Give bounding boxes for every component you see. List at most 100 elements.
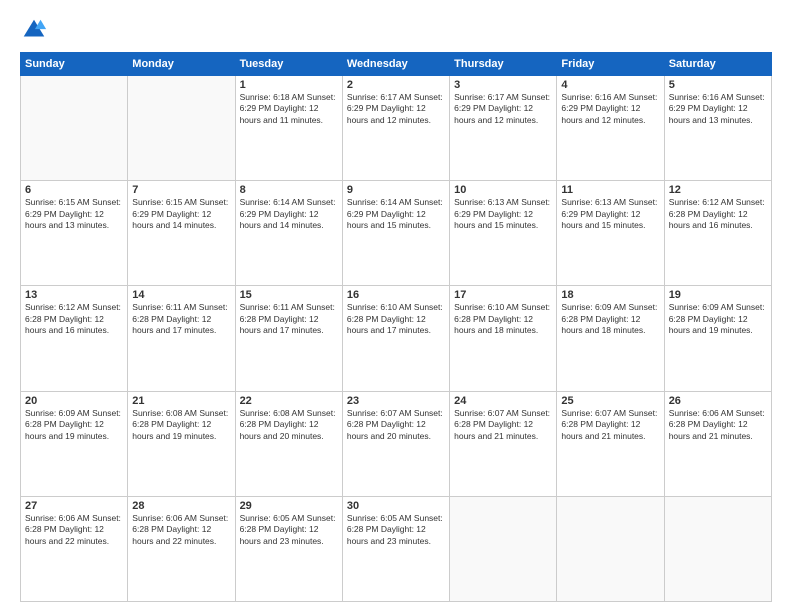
day-number: 21 bbox=[132, 395, 230, 407]
day-cell: 15Sunrise: 6:11 AM Sunset: 6:28 PM Dayli… bbox=[235, 286, 342, 391]
day-cell: 7Sunrise: 6:15 AM Sunset: 6:29 PM Daylig… bbox=[128, 181, 235, 286]
day-number: 16 bbox=[347, 289, 445, 301]
day-info: Sunrise: 6:08 AM Sunset: 6:28 PM Dayligh… bbox=[132, 408, 230, 442]
weekday-header-thursday: Thursday bbox=[450, 53, 557, 76]
day-cell: 25Sunrise: 6:07 AM Sunset: 6:28 PM Dayli… bbox=[557, 391, 664, 496]
day-info: Sunrise: 6:13 AM Sunset: 6:29 PM Dayligh… bbox=[454, 197, 552, 231]
week-row-4: 20Sunrise: 6:09 AM Sunset: 6:28 PM Dayli… bbox=[21, 391, 772, 496]
day-info: Sunrise: 6:07 AM Sunset: 6:28 PM Dayligh… bbox=[454, 408, 552, 442]
day-cell: 20Sunrise: 6:09 AM Sunset: 6:28 PM Dayli… bbox=[21, 391, 128, 496]
logo-icon bbox=[20, 16, 48, 44]
day-info: Sunrise: 6:16 AM Sunset: 6:29 PM Dayligh… bbox=[561, 92, 659, 126]
day-number: 28 bbox=[132, 500, 230, 512]
day-cell: 26Sunrise: 6:06 AM Sunset: 6:28 PM Dayli… bbox=[664, 391, 771, 496]
day-cell: 12Sunrise: 6:12 AM Sunset: 6:28 PM Dayli… bbox=[664, 181, 771, 286]
day-number: 22 bbox=[240, 395, 338, 407]
day-cell: 21Sunrise: 6:08 AM Sunset: 6:28 PM Dayli… bbox=[128, 391, 235, 496]
day-number: 25 bbox=[561, 395, 659, 407]
day-number: 15 bbox=[240, 289, 338, 301]
day-info: Sunrise: 6:05 AM Sunset: 6:28 PM Dayligh… bbox=[240, 513, 338, 547]
day-info: Sunrise: 6:10 AM Sunset: 6:28 PM Dayligh… bbox=[347, 302, 445, 336]
day-number: 6 bbox=[25, 184, 123, 196]
day-cell: 13Sunrise: 6:12 AM Sunset: 6:28 PM Dayli… bbox=[21, 286, 128, 391]
day-info: Sunrise: 6:06 AM Sunset: 6:28 PM Dayligh… bbox=[25, 513, 123, 547]
day-cell: 2Sunrise: 6:17 AM Sunset: 6:29 PM Daylig… bbox=[342, 76, 449, 181]
day-number: 18 bbox=[561, 289, 659, 301]
day-info: Sunrise: 6:16 AM Sunset: 6:29 PM Dayligh… bbox=[669, 92, 767, 126]
day-info: Sunrise: 6:09 AM Sunset: 6:28 PM Dayligh… bbox=[561, 302, 659, 336]
day-cell: 14Sunrise: 6:11 AM Sunset: 6:28 PM Dayli… bbox=[128, 286, 235, 391]
day-cell: 6Sunrise: 6:15 AM Sunset: 6:29 PM Daylig… bbox=[21, 181, 128, 286]
day-cell bbox=[128, 76, 235, 181]
page: SundayMondayTuesdayWednesdayThursdayFrid… bbox=[0, 0, 792, 612]
day-info: Sunrise: 6:06 AM Sunset: 6:28 PM Dayligh… bbox=[669, 408, 767, 442]
day-info: Sunrise: 6:14 AM Sunset: 6:29 PM Dayligh… bbox=[240, 197, 338, 231]
day-cell: 28Sunrise: 6:06 AM Sunset: 6:28 PM Dayli… bbox=[128, 496, 235, 601]
day-cell: 9Sunrise: 6:14 AM Sunset: 6:29 PM Daylig… bbox=[342, 181, 449, 286]
day-number: 24 bbox=[454, 395, 552, 407]
week-row-5: 27Sunrise: 6:06 AM Sunset: 6:28 PM Dayli… bbox=[21, 496, 772, 601]
day-info: Sunrise: 6:08 AM Sunset: 6:28 PM Dayligh… bbox=[240, 408, 338, 442]
day-number: 19 bbox=[669, 289, 767, 301]
day-number: 7 bbox=[132, 184, 230, 196]
day-cell bbox=[664, 496, 771, 601]
day-info: Sunrise: 6:14 AM Sunset: 6:29 PM Dayligh… bbox=[347, 197, 445, 231]
weekday-header-row: SundayMondayTuesdayWednesdayThursdayFrid… bbox=[21, 53, 772, 76]
day-number: 2 bbox=[347, 79, 445, 91]
day-cell: 4Sunrise: 6:16 AM Sunset: 6:29 PM Daylig… bbox=[557, 76, 664, 181]
day-info: Sunrise: 6:09 AM Sunset: 6:28 PM Dayligh… bbox=[669, 302, 767, 336]
weekday-header-sunday: Sunday bbox=[21, 53, 128, 76]
day-number: 20 bbox=[25, 395, 123, 407]
day-cell bbox=[450, 496, 557, 601]
day-number: 26 bbox=[669, 395, 767, 407]
day-info: Sunrise: 6:07 AM Sunset: 6:28 PM Dayligh… bbox=[347, 408, 445, 442]
week-row-2: 6Sunrise: 6:15 AM Sunset: 6:29 PM Daylig… bbox=[21, 181, 772, 286]
day-cell: 30Sunrise: 6:05 AM Sunset: 6:28 PM Dayli… bbox=[342, 496, 449, 601]
day-cell: 18Sunrise: 6:09 AM Sunset: 6:28 PM Dayli… bbox=[557, 286, 664, 391]
weekday-header-friday: Friday bbox=[557, 53, 664, 76]
day-number: 12 bbox=[669, 184, 767, 196]
day-info: Sunrise: 6:18 AM Sunset: 6:29 PM Dayligh… bbox=[240, 92, 338, 126]
day-cell bbox=[557, 496, 664, 601]
day-cell: 10Sunrise: 6:13 AM Sunset: 6:29 PM Dayli… bbox=[450, 181, 557, 286]
day-number: 13 bbox=[25, 289, 123, 301]
header bbox=[20, 16, 772, 44]
day-number: 10 bbox=[454, 184, 552, 196]
day-cell: 5Sunrise: 6:16 AM Sunset: 6:29 PM Daylig… bbox=[664, 76, 771, 181]
day-info: Sunrise: 6:05 AM Sunset: 6:28 PM Dayligh… bbox=[347, 513, 445, 547]
day-number: 23 bbox=[347, 395, 445, 407]
day-info: Sunrise: 6:11 AM Sunset: 6:28 PM Dayligh… bbox=[240, 302, 338, 336]
day-cell: 17Sunrise: 6:10 AM Sunset: 6:28 PM Dayli… bbox=[450, 286, 557, 391]
weekday-header-wednesday: Wednesday bbox=[342, 53, 449, 76]
day-info: Sunrise: 6:17 AM Sunset: 6:29 PM Dayligh… bbox=[347, 92, 445, 126]
day-cell: 1Sunrise: 6:18 AM Sunset: 6:29 PM Daylig… bbox=[235, 76, 342, 181]
day-info: Sunrise: 6:15 AM Sunset: 6:29 PM Dayligh… bbox=[25, 197, 123, 231]
day-cell: 22Sunrise: 6:08 AM Sunset: 6:28 PM Dayli… bbox=[235, 391, 342, 496]
day-cell: 11Sunrise: 6:13 AM Sunset: 6:29 PM Dayli… bbox=[557, 181, 664, 286]
day-number: 29 bbox=[240, 500, 338, 512]
day-cell bbox=[21, 76, 128, 181]
day-info: Sunrise: 6:15 AM Sunset: 6:29 PM Dayligh… bbox=[132, 197, 230, 231]
day-info: Sunrise: 6:09 AM Sunset: 6:28 PM Dayligh… bbox=[25, 408, 123, 442]
day-number: 14 bbox=[132, 289, 230, 301]
weekday-header-monday: Monday bbox=[128, 53, 235, 76]
day-cell: 8Sunrise: 6:14 AM Sunset: 6:29 PM Daylig… bbox=[235, 181, 342, 286]
day-number: 30 bbox=[347, 500, 445, 512]
day-number: 11 bbox=[561, 184, 659, 196]
day-cell: 24Sunrise: 6:07 AM Sunset: 6:28 PM Dayli… bbox=[450, 391, 557, 496]
day-number: 5 bbox=[669, 79, 767, 91]
calendar: SundayMondayTuesdayWednesdayThursdayFrid… bbox=[20, 52, 772, 602]
day-number: 4 bbox=[561, 79, 659, 91]
day-cell: 27Sunrise: 6:06 AM Sunset: 6:28 PM Dayli… bbox=[21, 496, 128, 601]
week-row-1: 1Sunrise: 6:18 AM Sunset: 6:29 PM Daylig… bbox=[21, 76, 772, 181]
logo bbox=[20, 16, 52, 44]
day-cell: 16Sunrise: 6:10 AM Sunset: 6:28 PM Dayli… bbox=[342, 286, 449, 391]
day-number: 8 bbox=[240, 184, 338, 196]
day-info: Sunrise: 6:06 AM Sunset: 6:28 PM Dayligh… bbox=[132, 513, 230, 547]
day-cell: 29Sunrise: 6:05 AM Sunset: 6:28 PM Dayli… bbox=[235, 496, 342, 601]
day-info: Sunrise: 6:10 AM Sunset: 6:28 PM Dayligh… bbox=[454, 302, 552, 336]
day-info: Sunrise: 6:17 AM Sunset: 6:29 PM Dayligh… bbox=[454, 92, 552, 126]
day-number: 27 bbox=[25, 500, 123, 512]
day-number: 3 bbox=[454, 79, 552, 91]
day-cell: 23Sunrise: 6:07 AM Sunset: 6:28 PM Dayli… bbox=[342, 391, 449, 496]
